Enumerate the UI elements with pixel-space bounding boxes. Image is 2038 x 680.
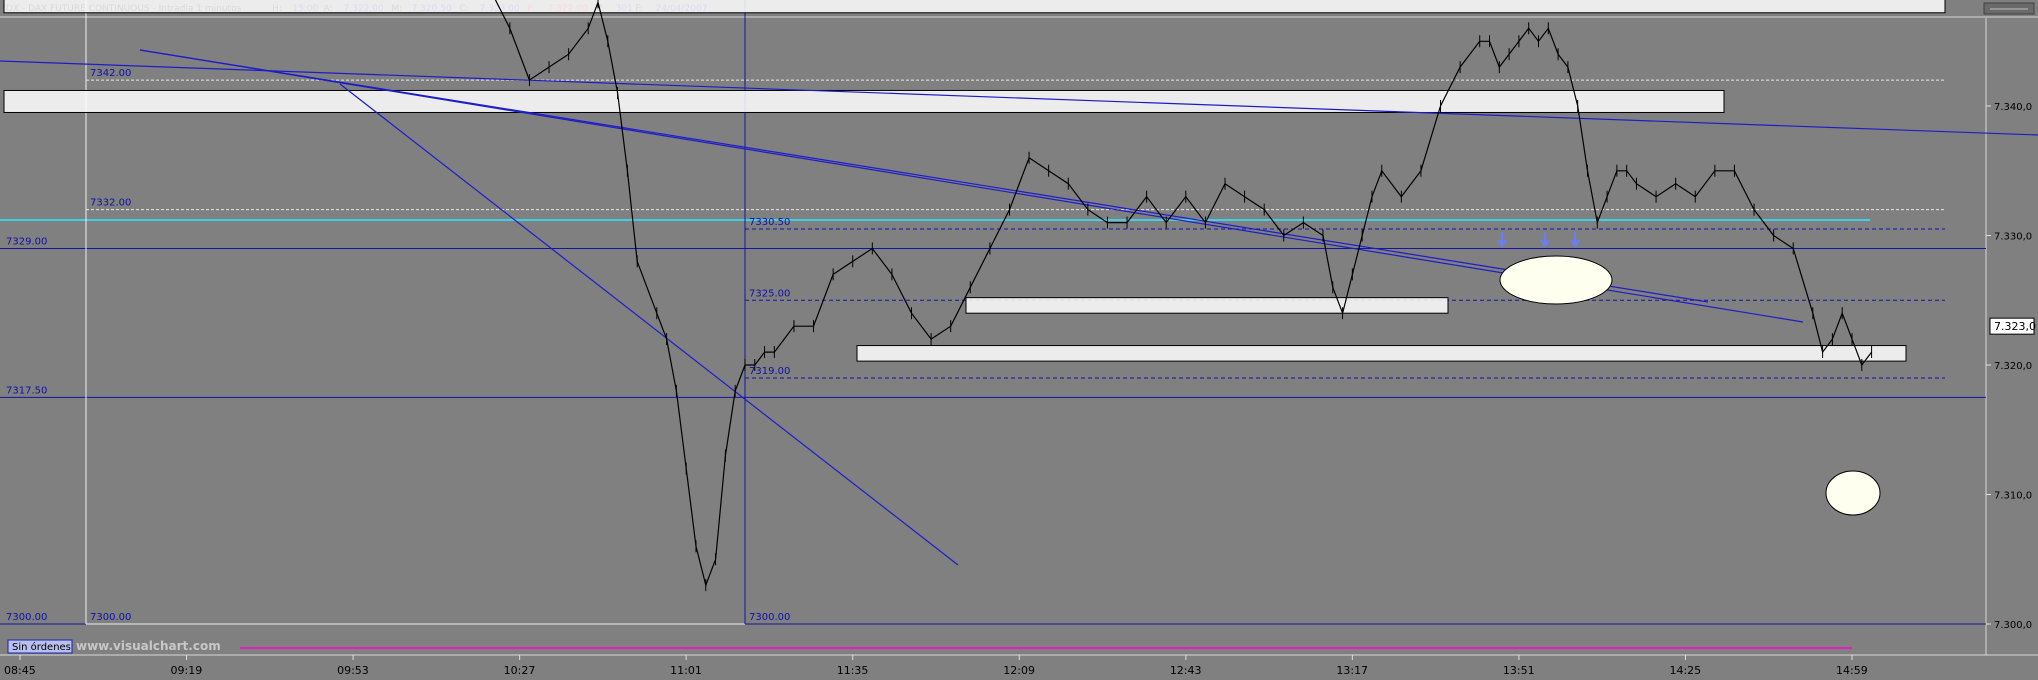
retracement2-label: 7330.50: [749, 217, 790, 228]
time-tick-label: 13:17: [1336, 664, 1368, 677]
level-label: 7300.00: [6, 612, 47, 623]
level-label: 7317.50: [6, 385, 47, 396]
time-tick-label: 14:25: [1669, 664, 1701, 677]
support-zone-rect[interactable]: [3, 89, 1725, 113]
time-tick-label: 09:53: [337, 664, 369, 677]
time-tick-label: 10:27: [504, 664, 536, 677]
time-tick-label: 11:35: [837, 664, 869, 677]
time-tick-label: 14:59: [1836, 664, 1868, 677]
support-zone-rect[interactable]: [856, 345, 1907, 362]
support-zone-rect[interactable]: [965, 297, 1449, 314]
level-label: 7329.00: [6, 236, 47, 247]
chart-window: DX - DAX FUTURE CONTINUOUS - Intradía 1 …: [0, 0, 2038, 680]
time-tick-label: 12:09: [1003, 664, 1035, 677]
highlight-ellipse[interactable]: [1825, 470, 1881, 516]
price-tick-label: 7.320,0: [1994, 361, 2032, 372]
time-tick-label: 12:43: [1170, 664, 1202, 677]
watermark-label: www.visualchart.com: [76, 639, 221, 653]
retracement2-label: 7300.00: [749, 612, 790, 623]
retracement-label: 7300.00: [90, 612, 131, 623]
time-tick-label: 11:01: [670, 664, 702, 677]
price-chart[interactable]: DX - DAX FUTURE CONTINUOUS - Intradía 1 …: [0, 0, 2038, 680]
retracement-label: 7342.00: [90, 68, 131, 79]
retracement-label: 7332.00: [90, 198, 131, 209]
current-price-label: 7.323,0: [1994, 320, 2036, 333]
time-tick-label: 13:51: [1503, 664, 1535, 677]
price-tick-label: 7.340,0: [1994, 102, 2032, 113]
highlight-ellipse[interactable]: [1499, 255, 1613, 305]
support-zone-rect[interactable]: [3, 0, 1946, 14]
orders-label: Sin órdenes: [12, 641, 71, 653]
time-tick-label: 09:19: [171, 664, 203, 677]
retracement2-label: 7325.00: [749, 288, 790, 299]
time-tick-label: 08:45: [4, 664, 36, 677]
price-tick-label: 7.310,0: [1994, 491, 2032, 502]
price-tick-label: 7.330,0: [1994, 232, 2032, 243]
price-tick-label: 7.300,0: [1994, 620, 2032, 631]
